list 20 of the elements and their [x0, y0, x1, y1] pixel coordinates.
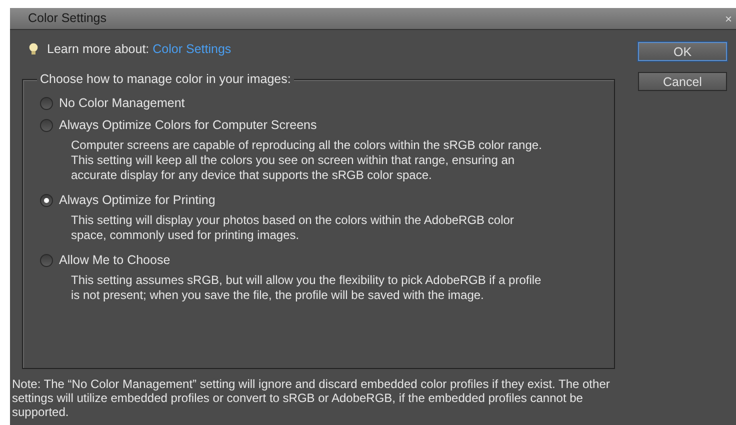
option-label: Always Optimize Colors for Computer Screens — [59, 116, 317, 134]
radio-button[interactable] — [40, 194, 53, 206]
option-label: No Color Management — [59, 94, 185, 112]
option-description: This setting will display your photos based on the colors within the AdobeRGB color space, commonly used for printing images. — [71, 213, 515, 243]
option-label: Allow Me to Choose — [59, 252, 170, 269]
window-title: Color Settings — [28, 10, 107, 28]
dialog-button[interactable]: Cancel — [638, 72, 727, 91]
radio-button[interactable] — [40, 254, 53, 266]
option-description: This setting assumes sRGB, but will allow you the flexibility to pick AdobeRGB if a profile is not present; when you save the file, the profile will be saved with the image. — [71, 273, 542, 303]
option-description: Computer screens are capable of reproducing all the colors within the sRGB color range. This setting will keep all the colors you see on screen within that range, ensuring an accurate display for any device that supports the sRGB color space. — [71, 138, 543, 183]
light-bulb-icon — [29, 43, 38, 55]
color-settings-link[interactable]: Color Settings — [152, 42, 232, 56]
radio-button[interactable] — [40, 96, 53, 110]
radio-button[interactable] — [40, 118, 53, 132]
learn-more-label: Learn more about: Color Settings — [47, 40, 232, 58]
note-text: Note: The “No Color Management” setting will ignore and discard embedded color profiles if they exist. The other settings will utilize embedded profiles or convert to sRGB or AdobeRGB, if the embedded profiles cannot be supported. — [12, 377, 611, 419]
group-legend: Choose how to manage color in your images: — [37, 71, 294, 87]
close-button[interactable]: × — [724, 12, 732, 24]
option-label: Always Optimize for Printing — [59, 192, 216, 209]
dialog-button[interactable]: OK — [638, 42, 727, 61]
